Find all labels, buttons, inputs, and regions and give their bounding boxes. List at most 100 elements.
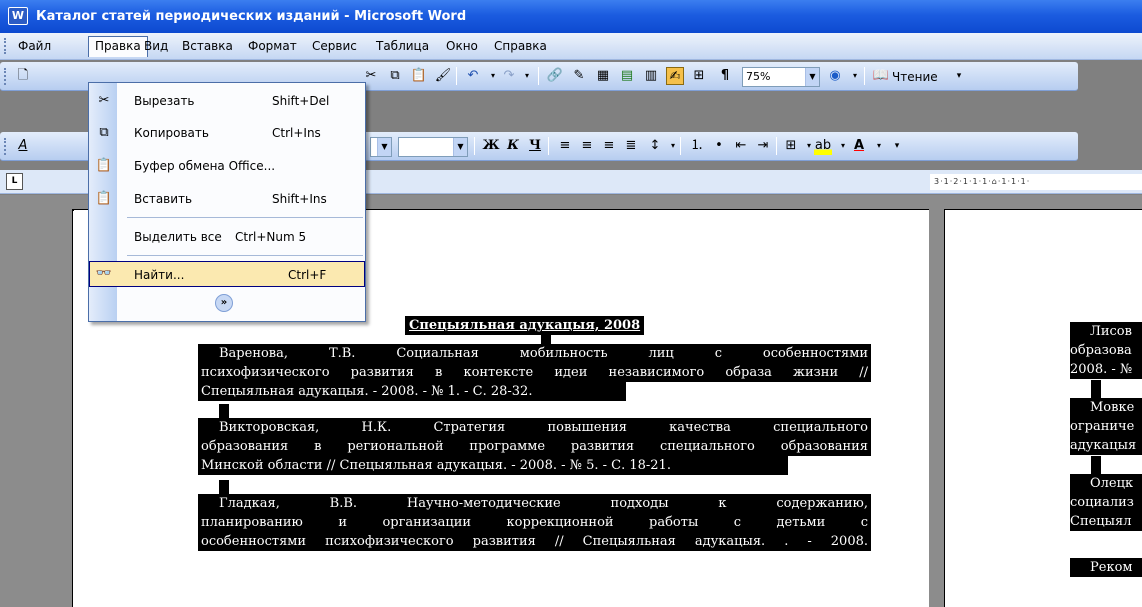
menu-item-paste[interactable]: 📋 Вставить Shift+Ins [89, 186, 365, 212]
entry-line: Спецыяльная адукацыя. - 2008. - № 1. - С… [201, 384, 533, 399]
align-right-icon[interactable]: ≡ [600, 137, 618, 155]
menu-item-label: Копировать [134, 126, 209, 140]
tab-selector-button[interactable]: L [6, 173, 23, 190]
toolbar-options-icon[interactable]: ▾ [888, 137, 906, 155]
paste-icon[interactable]: 📋 [410, 67, 428, 85]
line-spacing-icon[interactable]: ↕ [646, 137, 664, 155]
highlight-icon[interactable]: ab [814, 137, 832, 155]
horizontal-ruler[interactable]: 3·1·2·1·1·1·⌂·1·1·1· [930, 174, 1142, 190]
align-left-icon[interactable]: ≡ [556, 137, 574, 155]
underline-icon[interactable]: Ч [526, 137, 544, 155]
menu-item-office-clipboard[interactable]: 📋 Буфер обмена Office... [89, 153, 365, 179]
binoculars-icon: 👓 [95, 266, 113, 281]
menu-item-label: Выделить все [134, 230, 222, 244]
menu-help[interactable]: Справка [488, 36, 553, 57]
insert-excel-icon[interactable]: ▤ [618, 67, 636, 85]
menu-item-label: Найти... [134, 268, 185, 282]
borders-icon[interactable]: ⊞ [782, 137, 800, 155]
entry-line: Минской области // Спецыяльная адукацыя.… [201, 458, 671, 473]
redo-icon[interactable]: ↷ [500, 67, 518, 85]
catalog-entry-clipped: Мовке ограниче адукацыя [1070, 398, 1142, 455]
show-hide-icon[interactable]: ¶ [716, 67, 734, 85]
menu-tools[interactable]: Сервис [306, 36, 363, 57]
numbering-icon[interactable]: ⒈ [688, 137, 706, 155]
toolbar-separator [538, 67, 539, 85]
entry-line: адукацыя [1070, 438, 1137, 453]
toolbar-separator [456, 67, 457, 85]
align-center-icon[interactable]: ≡ [578, 137, 596, 155]
toolbar-grip[interactable] [4, 68, 8, 85]
entry-line: Спецыял [1070, 514, 1132, 529]
menu-item-shortcut: Shift+Ins [272, 192, 327, 206]
entry-line: ограниче [1070, 419, 1135, 434]
scissors-icon: ✂ [98, 93, 110, 108]
menu-format[interactable]: Формат [242, 36, 303, 57]
zoom-select[interactable]: 75% ▼ [742, 67, 820, 87]
entry-line: Реком [1090, 560, 1133, 575]
entry-line: особенностями психофизического развития … [201, 534, 868, 549]
menu-insert[interactable]: Вставка [176, 36, 239, 57]
tables-borders-icon[interactable]: ✎ [570, 67, 588, 85]
reading-button-label[interactable]: Чтение [892, 68, 938, 86]
entry-line: Лисов [1090, 324, 1132, 339]
menu-item-shortcut: Ctrl+F [288, 268, 327, 282]
menu-window[interactable]: Окно [440, 36, 484, 57]
bold-icon[interactable]: Ж [482, 137, 500, 155]
drawing-icon[interactable]: ✍ [666, 67, 684, 85]
justify-icon[interactable]: ≣ [622, 137, 640, 155]
chevron-down-icon[interactable]: ▼ [805, 68, 819, 86]
font-color-dropdown-icon[interactable]: ▾ [870, 137, 888, 155]
chevron-down-icon[interactable]: ▼ [377, 138, 391, 156]
empty-paragraph-mark [1091, 380, 1101, 399]
toolbar-separator [776, 137, 777, 155]
document-page-next[interactable]: Лисов образова 2008. - № Мовке ограниче … [944, 209, 1142, 607]
catalog-entry-clipped: Олецк социализ Спецыял [1070, 474, 1142, 531]
reading-layout-icon[interactable]: 📖 [872, 67, 890, 85]
increase-indent-icon[interactable]: ⇥ [754, 137, 772, 155]
copy-icon[interactable]: ⧉ [386, 67, 404, 85]
word-icon[interactable]: W [8, 7, 28, 25]
entry-line: психофизического развития в контексте ид… [201, 365, 868, 380]
undo-icon[interactable]: ↶ [464, 67, 482, 85]
styles-icon[interactable]: A [14, 137, 32, 155]
menu-item-shortcut: Ctrl+Ins [272, 126, 321, 140]
toolbar-separator [680, 137, 681, 155]
help-dropdown-icon[interactable]: ▾ [846, 67, 864, 85]
menu-table[interactable]: Таблица [370, 36, 435, 57]
menu-item-cut[interactable]: ✂ Вырезать Shift+Del [89, 88, 365, 114]
font-select[interactable]: ▼ [370, 137, 392, 157]
menu-item-select-all[interactable]: Выделить все Ctrl+Num 5 [89, 224, 365, 250]
hyperlink-icon[interactable]: 🔗 [546, 67, 564, 85]
toolbar-grip[interactable] [4, 138, 8, 155]
italic-icon[interactable]: К [504, 137, 522, 155]
columns-icon[interactable]: ▥ [642, 67, 660, 85]
menu-item-find[interactable]: 👓 Найти... Ctrl+F [89, 261, 365, 287]
format-painter-icon[interactable]: 🖌 [434, 67, 452, 85]
clipboard-icon: 📋 [95, 158, 113, 173]
font-color-icon[interactable]: A [850, 137, 868, 155]
new-document-icon[interactable]: 🗋 [14, 67, 32, 85]
menu-separator [127, 217, 363, 218]
entry-line: Викторовская, Н.К. Стратегия повышения к… [219, 420, 868, 435]
catalog-entry: Варенова, Т.В. Социальная мобильность ли… [198, 344, 871, 382]
menubar-grip[interactable] [4, 38, 8, 54]
menu-bar: Файл Правка Вид Вставка Формат Сервис Та… [0, 33, 1142, 60]
catalog-entry-tail: Минской области // Спецыяльная адукацыя.… [198, 456, 788, 475]
decrease-indent-icon[interactable]: ⇤ [732, 137, 750, 155]
bullets-icon[interactable]: • [710, 137, 728, 155]
insert-table-icon[interactable]: ▦ [594, 67, 612, 85]
menu-file[interactable]: Файл [12, 36, 57, 57]
font-size-select[interactable]: ▼ [398, 137, 468, 157]
entry-line: Олецк [1090, 476, 1134, 491]
menu-view[interactable]: Вид [138, 36, 174, 57]
expand-menu-chevron-icon[interactable]: » [215, 294, 233, 312]
document-map-icon[interactable]: ⊞ [690, 67, 708, 85]
zoom-value: 75% [746, 70, 771, 83]
help-icon[interactable]: ◉ [826, 67, 844, 85]
chevron-down-icon[interactable]: ▼ [453, 138, 467, 156]
redo-dropdown-icon[interactable]: ▾ [518, 67, 536, 85]
entry-line: Мовке [1090, 400, 1135, 415]
menu-item-copy[interactable]: ⧉ Копировать Ctrl+Ins [89, 120, 365, 146]
toolbar-options-icon[interactable]: ▾ [950, 67, 968, 85]
toolbar-separator [474, 137, 475, 155]
